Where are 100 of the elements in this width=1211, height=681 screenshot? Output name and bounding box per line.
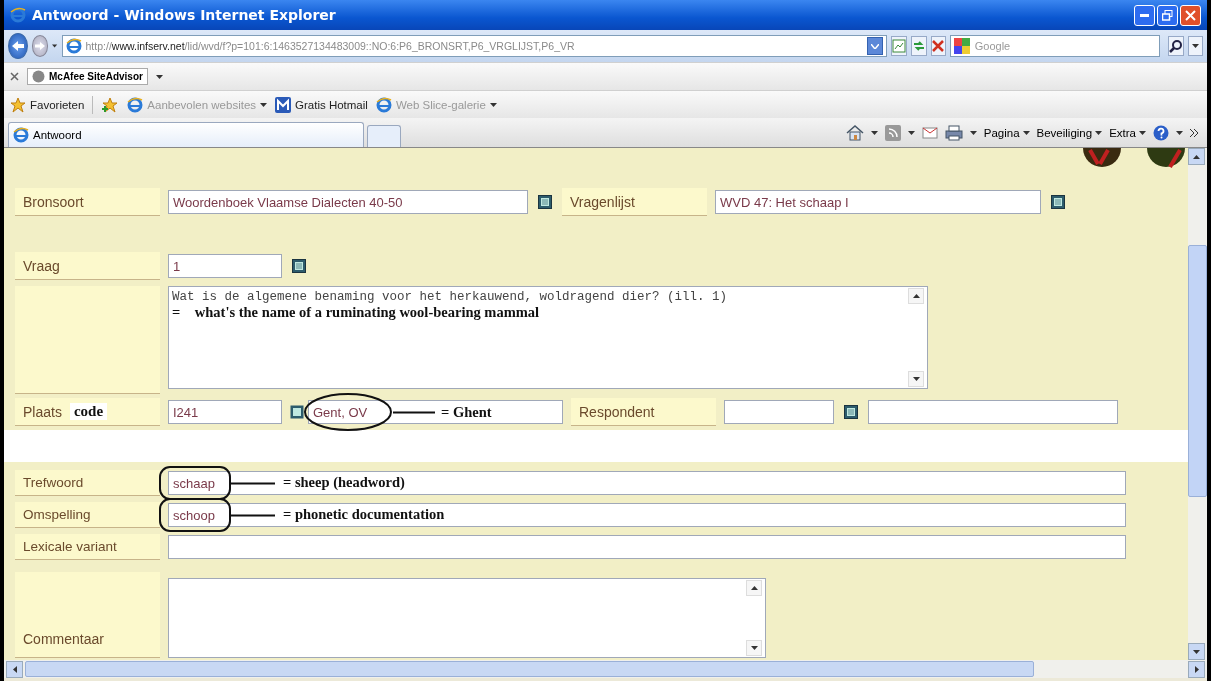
refresh-icon [911,39,926,53]
close-button[interactable] [1180,4,1201,26]
input-field[interactable]: 1 [168,254,282,278]
caret-icon [1139,130,1146,135]
caret-icon [489,102,497,107]
refresh-button[interactable] [910,36,927,56]
mail-logo-icon [275,96,292,113]
favorites-link[interactable]: Gratis Hotmail [275,96,368,113]
home-icon[interactable] [845,124,864,141]
input-field[interactable] [724,400,834,424]
delete-icon[interactable] [1082,148,1122,168]
chart-icon [891,39,906,53]
list-icon[interactable] [1051,195,1065,209]
address-field[interactable]: http://www.infserv.net/lid/wvd/f?p=101:6:1463527134483009::NO:6:P6_BRONSRT,P6_VRGLIJST,P6_VR [61,35,887,57]
caret-icon [1193,649,1200,654]
mail-icon[interactable] [921,125,938,140]
search-field[interactable]: Google [949,35,1160,57]
field-label: Omspelling [15,502,160,528]
scrollbar-thumb[interactable] [25,661,1034,677]
caret-icon [1022,130,1030,135]
annotation-text: = what's the name of a ruminating wool-bearing mammal [172,304,541,321]
input-field[interactable]: I241 [168,400,282,424]
search-options-button[interactable] [1187,36,1203,56]
stop-icon [932,40,945,52]
list-icon[interactable] [290,405,304,419]
caret-icon [1194,665,1199,673]
caret-icon [912,294,920,298]
list-icon[interactable] [292,259,306,273]
caret-icon [52,44,58,48]
close-icon [1185,9,1196,21]
question-text: Wat is de algemene benaming voor het herkauwend, woldragend dier? (ill. 1) [172,290,729,304]
field-label: Bronsoort [15,188,160,216]
restore-icon [1162,9,1173,21]
feed-icon[interactable] [884,124,901,141]
field-label: Respondent [571,398,716,426]
caret-icon [260,102,268,107]
help-icon[interactable] [1153,124,1169,141]
search-provider-icon [953,38,970,54]
caret-icon [870,130,878,135]
page-icon [375,96,392,113]
field-label: Trefwoord [15,470,160,496]
input-field[interactable]: WVD 47: Het schaap I [715,190,1041,214]
chevron-icon[interactable] [1190,128,1199,137]
compatibility-view-button[interactable] [890,36,907,56]
scroll-right-button[interactable] [1188,660,1205,678]
annotation-text: code [69,403,108,420]
command-menu[interactable]: Pagina [983,126,1030,139]
forward-arrow-icon [34,41,46,51]
print-icon[interactable] [944,124,963,141]
caret-icon [1191,44,1199,48]
input-field[interactable] [168,535,1126,559]
scroll-down-button[interactable] [1188,643,1205,660]
caret-icon [750,586,758,590]
restore-button[interactable] [1157,4,1178,26]
search-button[interactable] [1167,36,1184,56]
page-icon [13,127,29,143]
page-icon [65,38,82,54]
circle-icon [32,70,45,83]
caret-icon [907,130,915,135]
caret-icon [1095,130,1103,135]
field-label: Vragenlijst [562,188,707,216]
leader-line [393,411,435,414]
scrollbar-thumb[interactable] [1188,245,1207,497]
star-icon [10,96,26,113]
caret-icon [12,665,17,673]
chevron-down-icon [870,43,879,49]
back-arrow-icon [10,40,25,52]
browser-logo-icon [10,7,26,23]
caret-icon [155,74,163,79]
list-icon[interactable] [844,405,858,419]
addon-button[interactable]: McAfee SiteAdvisor [27,68,148,85]
minimize-button[interactable] [1134,4,1155,26]
check-icon[interactable] [1146,148,1186,168]
back-button[interactable] [8,33,28,59]
list-icon[interactable] [538,195,552,209]
field-label: Commentaar [15,572,160,658]
favorites-button[interactable]: Favorieten [10,96,85,113]
browser-tab[interactable]: Antwoord [8,122,364,147]
stop-button[interactable] [930,36,946,56]
forward-button[interactable] [31,35,49,57]
add-favorite-icon[interactable] [101,96,120,113]
window-title: Antwoord - Windows Internet Explorer [32,7,336,23]
caret-icon [1176,130,1183,135]
input-field[interactable] [868,400,1118,424]
caret-icon [912,377,920,381]
caret-icon [969,130,977,135]
caret-icon [1193,154,1200,159]
input-field[interactable]: Woordenboek Vlaamse Dialecten 40-50 [168,190,528,214]
search-icon [1168,39,1183,53]
command-menu[interactable]: Extra [1109,126,1146,139]
scroll-left-button[interactable] [6,660,23,678]
field-label: Vraag [15,252,160,280]
minimize-icon [1140,13,1149,17]
field-label: Lexicale variant [15,534,160,560]
command-menu[interactable]: Beveiliging [1036,126,1103,139]
scroll-up-button[interactable] [1188,148,1205,165]
dropdown-button[interactable] [866,37,883,55]
leader-line [231,482,275,485]
close-icon[interactable] [10,72,19,81]
field-label: Plaats [23,403,62,420]
